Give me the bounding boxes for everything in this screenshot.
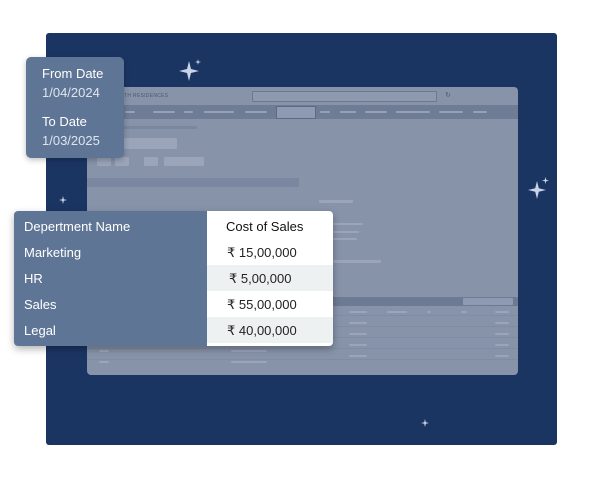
table-row-cost: ₹ 55,00,000 [227, 297, 297, 312]
date-range-card: From Date 1/04/2024 To Date 1/03/2025 [26, 57, 124, 158]
from-date-value: 1/04/2024 [42, 85, 100, 100]
department-header: Depertment Name [24, 219, 131, 234]
sparkle-icon [195, 59, 201, 65]
sparkle-icon [542, 177, 549, 184]
table-row-cost: ₹ 5,00,000 [229, 271, 292, 286]
sparkle-icon [421, 419, 429, 427]
to-date-value: 1/03/2025 [42, 133, 100, 148]
sparkle-icon [59, 196, 67, 204]
app-nav-bar [87, 105, 518, 119]
from-date-label: From Date [42, 66, 104, 81]
table-row-department: Legal [24, 323, 56, 338]
app-search-bar [252, 91, 437, 102]
table-row-department: Sales [24, 297, 57, 312]
table-row-cost: ₹ 40,00,000 [227, 323, 297, 338]
cost-column: Cost of Sales ₹ 15,00,000 ₹ 5,00,000 ₹ 5… [207, 211, 333, 346]
cost-header: Cost of Sales [226, 219, 304, 234]
to-date-label: To Date [42, 114, 87, 129]
refresh-icon: ↻ [445, 92, 451, 99]
cost-of-sales-table: Depertment Name Marketing HR Sales Legal… [14, 211, 333, 346]
table-row-cost: ₹ 15,00,000 [227, 245, 297, 260]
table-row-department: HR [24, 271, 43, 286]
table-row-department: Marketing [24, 245, 82, 260]
app-nav-active-tab [276, 106, 316, 119]
department-column: Depertment Name Marketing HR Sales Legal [14, 211, 207, 346]
